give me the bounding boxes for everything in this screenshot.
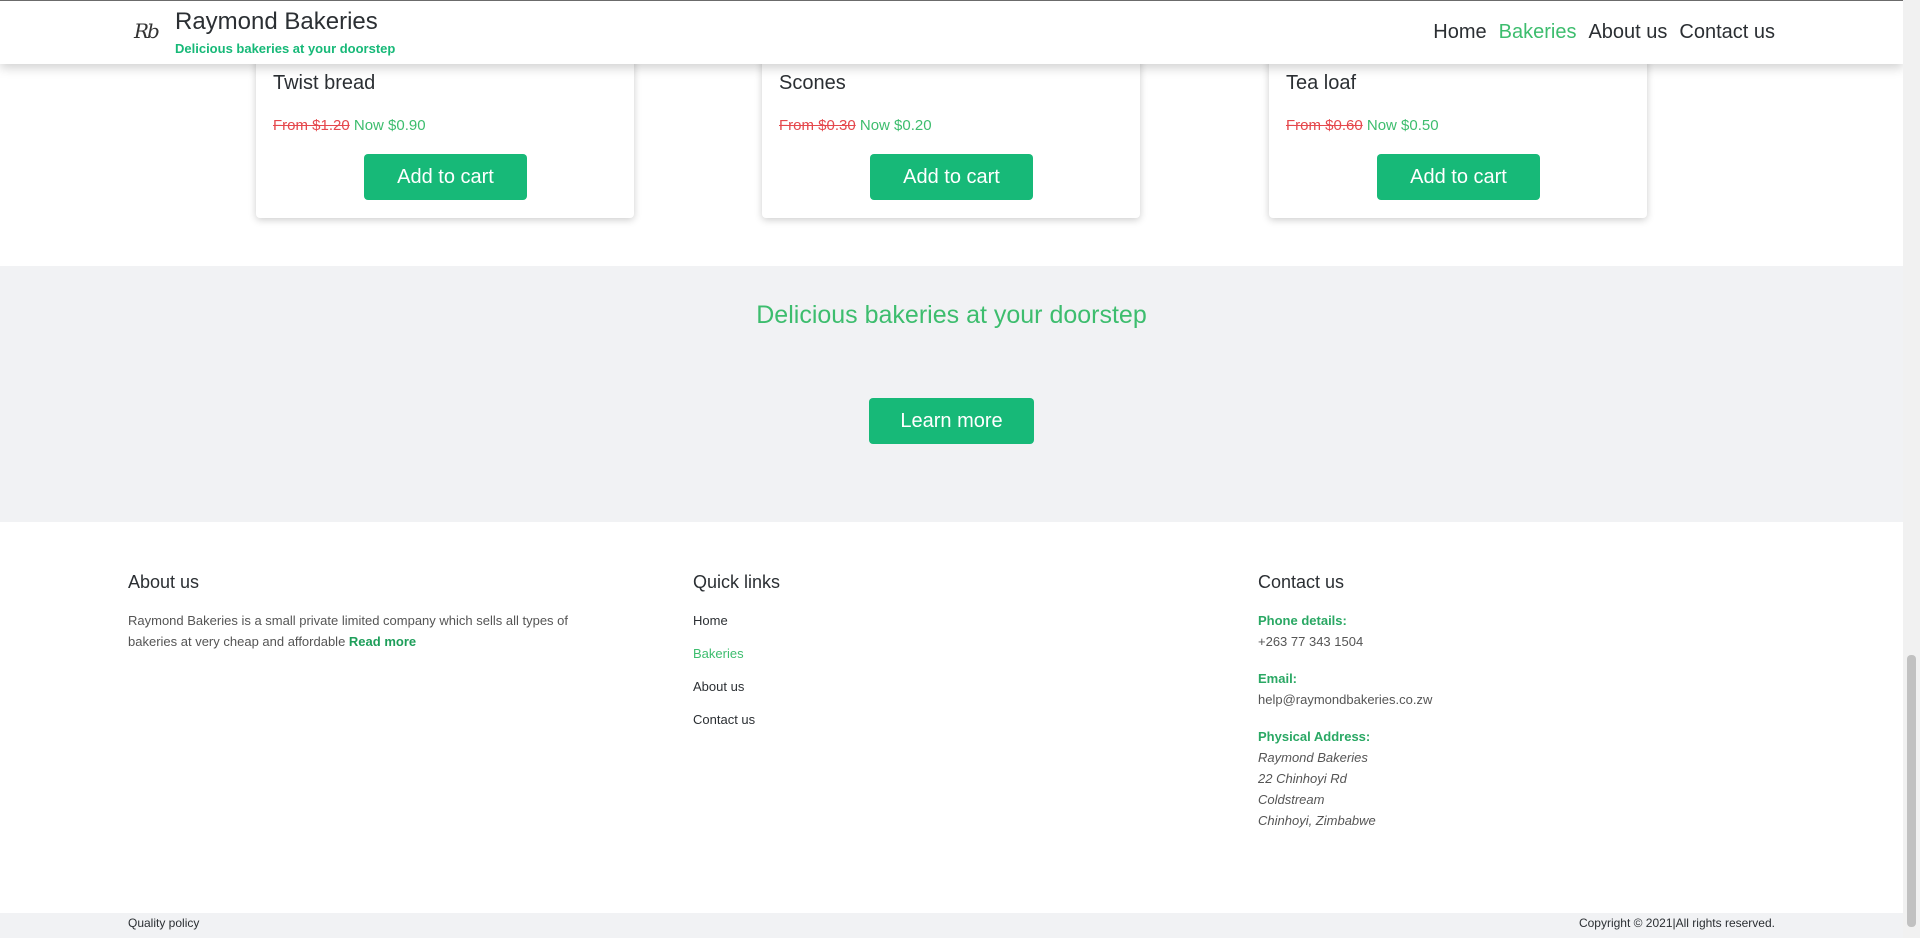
old-price: From $0.60 bbox=[1286, 117, 1363, 134]
footer-about-heading: About us bbox=[128, 572, 200, 592]
scrollbar-thumb[interactable] bbox=[1907, 655, 1916, 927]
phone-label: Phone details: bbox=[1258, 613, 1347, 628]
footer-link-contact-us[interactable]: Contact us bbox=[693, 709, 993, 730]
product-card: Scones From $0.30 Now $0.20 Add to cart bbox=[762, 50, 1140, 218]
copyright-text: Copyright © 2021|All rights reserved. bbox=[1578, 916, 1775, 930]
product-card: Tea loaf From $0.60 Now $0.50 Add to car… bbox=[1269, 50, 1647, 218]
nav-bakeries[interactable]: Bakeries bbox=[1499, 21, 1577, 44]
address-label: Physical Address: bbox=[1258, 729, 1371, 744]
banner-text: Delicious bakeries at your doorstep bbox=[756, 301, 1147, 329]
footer-link-home[interactable]: Home bbox=[693, 610, 993, 631]
old-price: From $1.20 bbox=[273, 117, 350, 134]
address-line: Chinhoyi, Zimbabwe bbox=[1258, 813, 1376, 828]
nav-contact-us[interactable]: Contact us bbox=[1679, 21, 1775, 44]
phone-value: +263 77 343 1504 bbox=[1258, 634, 1364, 649]
email-group: Email: help@raymondbakeries.co.zw bbox=[1258, 668, 1658, 710]
promo-banner: Delicious bakeries at your doorstep Lear… bbox=[0, 266, 1903, 522]
page-scrollbar[interactable] bbox=[1903, 0, 1920, 938]
footer-about-text: Raymond Bakeries is a small private limi… bbox=[128, 610, 618, 652]
footer-quick-links: Quick links Home Bakeries About us Conta… bbox=[693, 572, 993, 742]
page: Twist bread From $1.20 Now $0.90 Add to … bbox=[0, 0, 1903, 938]
footer-about: About us Raymond Bakeries is a small pri… bbox=[128, 572, 618, 652]
address-line: Coldstream bbox=[1258, 792, 1325, 807]
contact-heading: Contact us bbox=[1258, 572, 1345, 592]
phone-group: Phone details: +263 77 343 1504 bbox=[1258, 610, 1658, 652]
address-line: 22 Chinhoyi Rd bbox=[1258, 771, 1347, 786]
email-label: Email: bbox=[1258, 671, 1298, 686]
new-price: Now $0.50 bbox=[1366, 117, 1439, 134]
email-value[interactable]: help@raymondbakeries.co.zw bbox=[1258, 689, 1658, 710]
footer-link-about-us[interactable]: About us bbox=[693, 676, 993, 697]
site-footer: About us Raymond Bakeries is a small pri… bbox=[0, 522, 1903, 913]
old-price: From $0.30 bbox=[779, 117, 856, 134]
footer-link-bakeries[interactable]: Bakeries bbox=[693, 643, 993, 664]
product-prices: From $0.60 Now $0.50 bbox=[1286, 117, 1439, 134]
nav-home[interactable]: Home bbox=[1433, 21, 1486, 44]
product-name: Twist bread bbox=[273, 72, 376, 94]
footer-contact: Contact us Phone details: +263 77 343 15… bbox=[1258, 572, 1658, 847]
product-prices: From $1.20 Now $0.90 bbox=[273, 117, 426, 134]
logo-icon[interactable]: Rb bbox=[134, 19, 166, 45]
new-price: Now $0.20 bbox=[859, 117, 932, 134]
main-nav: Home Bakeries About us Contact us bbox=[1433, 21, 1775, 44]
read-more-link[interactable]: Read more bbox=[349, 634, 416, 649]
quality-policy-link[interactable]: Quality policy bbox=[128, 916, 199, 930]
address-line: Raymond Bakeries bbox=[1258, 750, 1368, 765]
product-name: Tea loaf bbox=[1286, 72, 1357, 94]
add-to-cart-button[interactable]: Add to cart bbox=[870, 154, 1033, 200]
product-card: Twist bread From $1.20 Now $0.90 Add to … bbox=[256, 50, 634, 218]
product-name: Scones bbox=[779, 72, 846, 94]
product-prices: From $0.30 Now $0.20 bbox=[779, 117, 932, 134]
add-to-cart-button[interactable]: Add to cart bbox=[364, 154, 527, 200]
site-header: Rb Raymond Bakeries Delicious bakeries a… bbox=[0, 0, 1903, 64]
brand-name[interactable]: Raymond Bakeries bbox=[175, 8, 378, 36]
nav-about-us[interactable]: About us bbox=[1588, 21, 1667, 44]
bottom-bar: Quality policy Copyright © 2021|All righ… bbox=[0, 913, 1903, 938]
add-to-cart-button[interactable]: Add to cart bbox=[1377, 154, 1540, 200]
new-price: Now $0.90 bbox=[353, 117, 426, 134]
brand-tagline: Delicious bakeries at your doorstep bbox=[175, 41, 396, 56]
learn-more-button[interactable]: Learn more bbox=[869, 398, 1034, 444]
quick-links-heading: Quick links bbox=[693, 572, 781, 592]
address-group: Physical Address: Raymond Bakeries 22 Ch… bbox=[1258, 726, 1658, 831]
